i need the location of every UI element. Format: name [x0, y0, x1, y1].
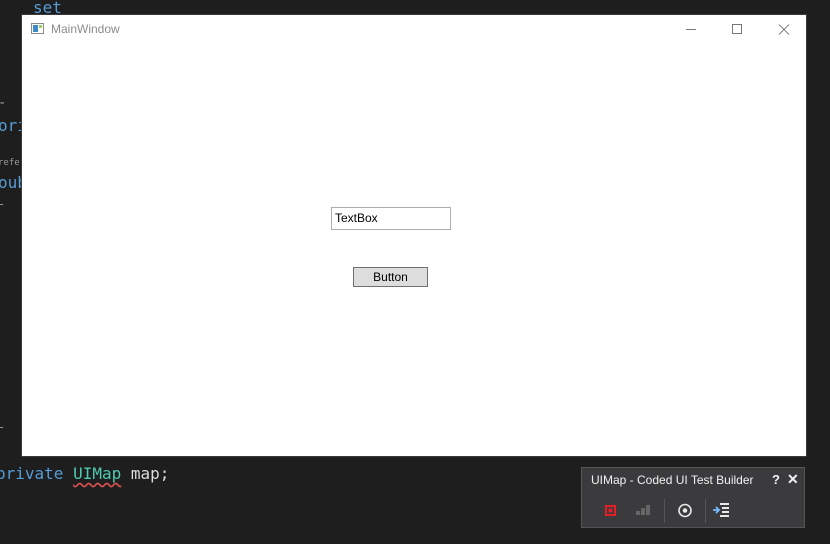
record-icon [605, 505, 616, 516]
generate-code-button[interactable] [709, 498, 735, 522]
generate-code-icon [713, 503, 729, 517]
add-assertions-button[interactable] [672, 498, 698, 522]
window-titlebar[interactable]: MainWindow [22, 15, 806, 45]
code-line-dash-2: - [0, 197, 5, 211]
minimize-button[interactable] [668, 15, 714, 45]
code-keyword-private: private [0, 464, 64, 483]
code-field-map: map; [130, 464, 170, 483]
close-window-button[interactable] [760, 15, 806, 45]
code-type-uimap: UIMap [73, 464, 122, 483]
builder-title: UIMap - Coded UI Test Builder [591, 473, 754, 487]
help-icon[interactable]: ? [772, 472, 780, 487]
recorded-steps-icon [636, 505, 650, 515]
main-button[interactable]: Button [353, 267, 428, 287]
coded-ui-test-builder-panel: UIMap - Coded UI Test Builder ? ✕ [581, 467, 805, 528]
app-window-icon [31, 23, 44, 34]
window-title: MainWindow [51, 22, 120, 36]
main-window: MainWindow TextBox Button [22, 15, 806, 456]
close-icon[interactable]: ✕ [787, 471, 799, 488]
main-textbox[interactable]: TextBox [331, 207, 451, 230]
toolbar-separator [664, 499, 665, 523]
crosshair-target-icon [678, 503, 692, 518]
code-line-dash-3: - [0, 420, 5, 434]
show-recorded-steps-button[interactable] [630, 498, 656, 522]
builder-toolbar [582, 494, 804, 527]
toolbar-separator [705, 499, 706, 523]
code-line-dash-1: - [0, 95, 6, 111]
record-button[interactable] [597, 498, 623, 522]
maximize-button[interactable] [714, 15, 760, 45]
code-line-field: private UIMap map; [0, 464, 169, 483]
